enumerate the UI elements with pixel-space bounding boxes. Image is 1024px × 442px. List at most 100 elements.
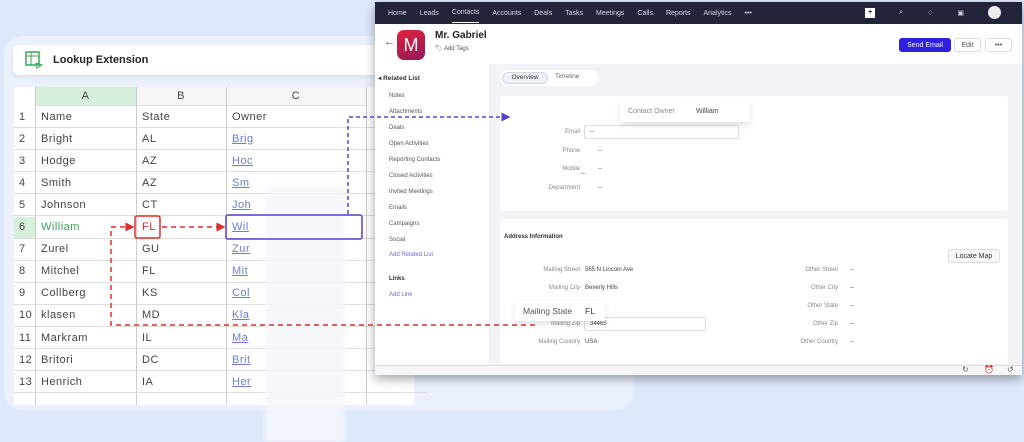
phone-value: -- bbox=[598, 148, 602, 154]
more-button[interactable]: ••• bbox=[985, 38, 1012, 52]
cell-name[interactable]: Name bbox=[35, 106, 136, 128]
add-related-list-link[interactable]: Add Related List bbox=[389, 252, 433, 258]
nav-item[interactable]: Calls bbox=[637, 10, 653, 17]
calendar-icon[interactable]: ▣ bbox=[957, 9, 964, 17]
search-icon[interactable]: ⌕ bbox=[899, 9, 903, 17]
cell-state[interactable]: AZ bbox=[136, 172, 226, 195]
cell-owner[interactable]: Brig bbox=[226, 128, 366, 151]
related-list-item[interactable]: Open Activities bbox=[389, 141, 429, 147]
cell-state[interactable]: GU bbox=[136, 239, 226, 261]
nav-item[interactable]: Home bbox=[388, 10, 407, 17]
cell-name[interactable]: Henrich bbox=[35, 371, 136, 394]
cell-state[interactable]: AZ bbox=[136, 150, 226, 173]
cell-state[interactable]: State bbox=[136, 106, 226, 128]
related-list-title: ◂ Related List bbox=[378, 75, 420, 82]
row-number[interactable]: 9 bbox=[14, 283, 35, 305]
back-arrow-icon[interactable]: ← bbox=[384, 36, 395, 48]
mailing-state-callout: Mailing State FL bbox=[515, 301, 605, 321]
user-avatar[interactable] bbox=[988, 6, 1001, 19]
sheet-icon bbox=[25, 51, 43, 69]
column-header-c[interactable]: C bbox=[226, 87, 366, 106]
add-icon[interactable]: + bbox=[865, 7, 876, 18]
alarm-icon[interactable]: ⏰ bbox=[984, 365, 994, 374]
sheet-title: Lookup Extension bbox=[53, 54, 149, 66]
row-number[interactable]: 10 bbox=[14, 305, 35, 327]
cell-name[interactable]: Collberg bbox=[35, 283, 136, 305]
related-list-item[interactable]: Invited Meetings bbox=[389, 189, 433, 195]
cell-state[interactable]: FL bbox=[136, 261, 226, 283]
nav-item[interactable]: Accounts bbox=[492, 10, 521, 17]
overview-card: -- Email -- Phone -- Mobile -- Departmen… bbox=[500, 96, 1008, 211]
cell-owner[interactable]: Hoc bbox=[226, 150, 366, 173]
cell-name[interactable]: Mitchel bbox=[35, 261, 136, 283]
other-address-value: -- bbox=[850, 267, 854, 273]
add-link[interactable]: Add Link bbox=[389, 292, 412, 298]
nav-item[interactable]: Leads bbox=[420, 10, 439, 17]
cell-name[interactable]: Hodge bbox=[35, 150, 136, 173]
cell-state[interactable]: IA bbox=[136, 371, 226, 394]
nav-item[interactable]: Tasks bbox=[565, 10, 583, 17]
tag-icon: 🏷 bbox=[435, 46, 443, 52]
cell-name[interactable]: Markram bbox=[35, 327, 136, 349]
cell-name[interactable]: Bright bbox=[35, 128, 136, 151]
footer-bar: ↻ ⏰ ↺ bbox=[375, 365, 1022, 375]
cell-state[interactable]: AL bbox=[136, 128, 226, 151]
column-header-b[interactable]: B bbox=[136, 87, 226, 106]
related-list-item[interactable]: Attachments bbox=[389, 109, 422, 115]
cell-state[interactable]: DC bbox=[136, 349, 226, 372]
column-header-a[interactable]: A bbox=[35, 87, 136, 106]
links-title: Links bbox=[389, 276, 405, 282]
address-label: Mailing City bbox=[548, 285, 580, 291]
nav-item[interactable]: Contacts bbox=[451, 3, 480, 23]
row-number[interactable]: 3 bbox=[14, 150, 35, 173]
tab-overview[interactable]: Overview bbox=[502, 72, 548, 84]
other-address-label: Other Street bbox=[805, 267, 838, 273]
row-number[interactable]: 6 bbox=[14, 216, 35, 239]
cell-state[interactable]: IL bbox=[136, 327, 226, 349]
row-number[interactable]: 11 bbox=[14, 327, 35, 349]
cell-state[interactable]: KS bbox=[136, 283, 226, 305]
cell-state[interactable]: FL bbox=[136, 217, 226, 239]
related-list-item[interactable]: Closed Activities bbox=[389, 173, 433, 179]
related-list-item[interactable]: Deals bbox=[389, 125, 404, 131]
row-number[interactable]: 5 bbox=[14, 194, 35, 217]
cell-name[interactable]: Britori bbox=[35, 349, 136, 372]
nav-item[interactable]: ••• bbox=[745, 10, 752, 17]
cell-name[interactable]: klasen bbox=[35, 305, 136, 327]
edit-button[interactable]: Edit bbox=[954, 38, 981, 52]
row-number[interactable]: 8 bbox=[14, 261, 35, 283]
bell-icon[interactable]: ♢ bbox=[927, 9, 933, 17]
nav-item[interactable]: Reports bbox=[666, 10, 691, 17]
related-list-item[interactable]: Social bbox=[389, 237, 405, 243]
row-number[interactable]: 2 bbox=[14, 128, 35, 151]
row-number[interactable]: 13 bbox=[14, 371, 35, 394]
other-address-value: -- bbox=[850, 285, 854, 291]
row-number[interactable]: 7 bbox=[14, 239, 35, 261]
related-list-item[interactable]: Campaigns bbox=[389, 221, 419, 227]
locate-map-button[interactable]: Locate Map bbox=[948, 249, 1000, 263]
cell-state[interactable]: CT bbox=[136, 194, 226, 217]
related-list-item[interactable]: Reporting Contacts bbox=[389, 157, 440, 163]
row-number[interactable]: 12 bbox=[14, 349, 35, 372]
related-list-item[interactable]: Emails bbox=[389, 205, 407, 211]
cell-owner[interactable]: Owner bbox=[226, 106, 366, 128]
cell-name[interactable]: Smith bbox=[35, 172, 136, 195]
cell-name[interactable]: William bbox=[35, 217, 136, 239]
cell-name[interactable]: Johnson bbox=[35, 194, 136, 217]
address-title: Address Information bbox=[504, 234, 563, 240]
nav-item[interactable]: Meetings bbox=[596, 10, 624, 17]
related-list-item[interactable]: Notes bbox=[389, 93, 405, 99]
refresh-icon[interactable]: ↻ bbox=[962, 365, 969, 374]
add-tags-link[interactable]: 🏷 Add Tags bbox=[435, 45, 469, 52]
email-field[interactable]: -- bbox=[584, 125, 739, 139]
tab-timeline[interactable]: Timeline bbox=[555, 73, 579, 80]
history-icon[interactable]: ↺ bbox=[1007, 365, 1014, 374]
top-nav: Home Leads Contacts Accounts Deals Tasks Meeti… bbox=[375, 2, 1022, 24]
cell-state[interactable]: MD bbox=[136, 305, 226, 327]
row-number[interactable]: 4 bbox=[14, 172, 35, 195]
cell-name[interactable]: Zurel bbox=[35, 239, 136, 261]
send-email-button[interactable]: Send Email bbox=[899, 38, 951, 52]
row-number[interactable]: 1 bbox=[14, 106, 35, 128]
nav-item[interactable]: Analytics bbox=[703, 10, 731, 17]
nav-item[interactable]: Deals bbox=[534, 10, 552, 17]
